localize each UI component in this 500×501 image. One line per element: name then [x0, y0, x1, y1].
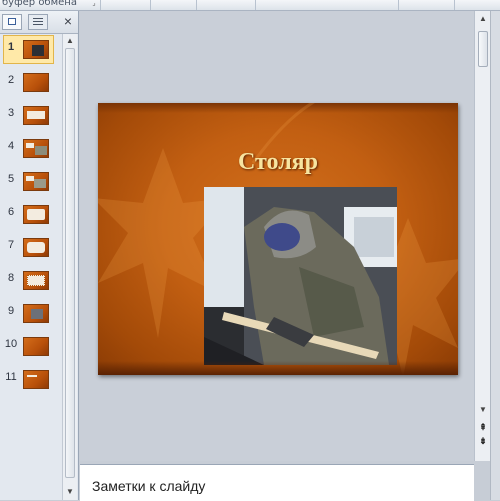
slide-thumbnail-3[interactable]: 3	[0, 101, 62, 131]
slide-thumbnail-image	[23, 370, 49, 389]
slide-number: 1	[7, 41, 15, 53]
slide-thumbnail-9[interactable]: 9	[0, 299, 62, 329]
carpenter-photo[interactable]	[204, 187, 397, 365]
outline-tab-icon	[33, 18, 43, 26]
slide-thumbnail-image	[23, 139, 49, 158]
ribbon-divider	[150, 0, 151, 10]
notes-pane[interactable]: Заметки к слайду	[80, 464, 474, 501]
slide-thumbnail-5[interactable]: 5	[0, 167, 62, 197]
slide-title[interactable]: Столяр	[98, 149, 458, 176]
slides-panel: × 1 2 3 4 5 6 7 8 9 10 11 ▲ ▼	[0, 11, 79, 500]
slide-thumbnail-image	[23, 337, 49, 356]
slide-thumbnail-image	[23, 172, 49, 191]
scroll-up-arrow-icon[interactable]: ▲	[63, 35, 77, 47]
slide-bottom-band	[98, 361, 458, 375]
slide-number: 10	[4, 338, 18, 350]
ribbon-divider	[100, 0, 101, 10]
slide-thumbnail-list: 1 2 3 4 5 6 7 8 9 10 11	[0, 35, 62, 495]
slide-thumbnail-image	[23, 205, 49, 224]
panel-tabs: ×	[0, 11, 78, 34]
thumbnail-scrollbar[interactable]: ▲ ▼	[62, 34, 77, 500]
slide-thumbnail-image	[23, 304, 49, 323]
slide-thumbnail-image	[23, 73, 49, 92]
ribbon-strip: буфер обмена ⌟	[0, 0, 500, 11]
slide-thumbnail-7[interactable]: 7	[0, 233, 62, 263]
close-icon[interactable]: ×	[60, 13, 76, 29]
slide-thumbnail-4[interactable]: 4	[0, 134, 62, 164]
scrollbar-thumb[interactable]	[65, 48, 75, 478]
slide-thumbnail-6[interactable]: 6	[0, 200, 62, 230]
slide-editing-area: Столяр	[80, 11, 474, 461]
scrollbar-thumb[interactable]	[478, 31, 488, 67]
scroll-up-arrow-icon[interactable]: ▲	[475, 12, 491, 26]
clipboard-group-label: буфер обмена	[2, 0, 77, 8]
slide-thumbnail-image	[23, 106, 49, 125]
slide-number: 2	[7, 74, 15, 86]
slide-thumbnail-image	[23, 40, 49, 59]
ribbon-divider	[255, 0, 256, 10]
slide-thumbnail-10[interactable]: 10	[0, 332, 62, 362]
dialog-launcher-icon[interactable]: ⌟	[90, 0, 98, 8]
slide-thumbnail-image	[23, 271, 49, 290]
slide-number: 5	[7, 173, 15, 185]
current-slide[interactable]: Столяр	[98, 103, 458, 375]
slide-vertical-scrollbar[interactable]: ▲ ▼ ⇞ ⇟	[474, 11, 491, 461]
slide-number: 11	[5, 371, 17, 383]
slide-number: 3	[7, 107, 15, 119]
ribbon-divider	[454, 0, 455, 10]
slide-number: 4	[7, 140, 15, 152]
slide-thumbnail-2[interactable]: 2	[0, 68, 62, 98]
slide-thumbnail-1[interactable]: 1	[0, 35, 62, 65]
slide-thumbnail-8[interactable]: 8	[0, 266, 62, 296]
ribbon-divider	[398, 0, 399, 10]
outline-tab[interactable]	[28, 14, 48, 30]
next-slide-icon[interactable]: ⇟	[476, 435, 490, 447]
ribbon-divider	[196, 0, 197, 10]
slide-number: 6	[7, 206, 15, 218]
slide-thumbnail-image	[23, 238, 49, 257]
slide-number: 8	[7, 272, 15, 284]
slides-tab-icon	[8, 18, 16, 25]
slide-thumbnail-11[interactable]: 11	[0, 365, 62, 395]
scroll-down-arrow-icon[interactable]: ▼	[63, 486, 77, 498]
notes-placeholder[interactable]: Заметки к слайду	[92, 478, 205, 494]
photo-image	[204, 187, 397, 365]
window-edge	[490, 11, 500, 500]
slide-number: 7	[7, 239, 15, 251]
slide-number: 9	[7, 305, 15, 317]
previous-slide-icon[interactable]: ⇞	[476, 421, 490, 433]
scroll-down-arrow-icon[interactable]: ▼	[475, 403, 491, 417]
slides-tab[interactable]	[2, 14, 22, 30]
